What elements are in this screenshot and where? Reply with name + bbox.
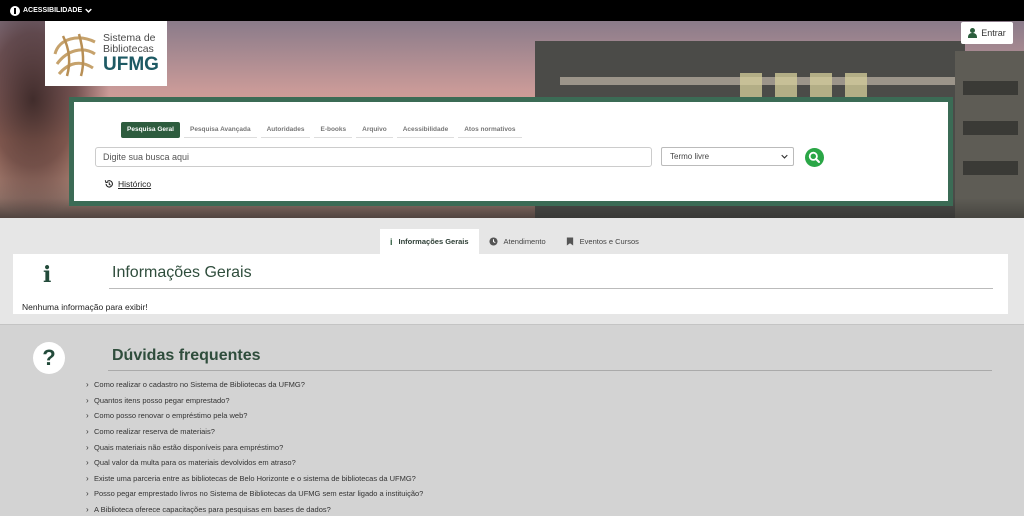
info-icon: i xyxy=(390,236,393,247)
logo-line-2: Bibliotecas xyxy=(103,42,154,55)
chevron-down-icon xyxy=(85,8,92,13)
chevron-down-icon xyxy=(781,154,788,159)
faq-item-text: Quais materiais não estão disponíveis pa… xyxy=(94,442,284,452)
accessibility-label: ACESSIBILIDADE xyxy=(23,7,83,14)
faq-item[interactable]: › Qual valor da multa para os materiais d… xyxy=(86,455,423,471)
search-icon xyxy=(808,151,820,163)
chevron-right-icon: › xyxy=(86,458,89,468)
faq-title: Dúvidas frequentes xyxy=(112,347,261,364)
tab-atendimento[interactable]: Atendimento xyxy=(479,229,556,254)
logo-line-1: Sistema de xyxy=(103,32,156,44)
logo-text: Sistema de Bibliotecas UFMG xyxy=(103,33,159,74)
search-tabs: Pesquisa Geral Pesquisa Avançada Autorid… xyxy=(121,122,522,138)
logo-brand: UFMG xyxy=(103,54,159,75)
faq-item[interactable]: › Existe uma parceria entre as biblioteca… xyxy=(86,471,423,487)
info-title: Informações Gerais xyxy=(112,264,252,281)
faq-item-text: Qual valor da multa para os materiais de… xyxy=(94,458,296,468)
faq-item-text: Posso pegar emprestado livros no Sistema… xyxy=(94,489,424,499)
tab-pesquisa-geral[interactable]: Pesquisa Geral xyxy=(121,122,180,138)
top-bar: ACESSIBILIDADE xyxy=(0,0,1024,21)
faq-item-text: Como realizar o cadastro no Sistema de B… xyxy=(94,380,305,390)
tab-informacoes-gerais[interactable]: i Informações Gerais xyxy=(380,229,479,254)
tab-label: Atendimento xyxy=(503,237,546,246)
tab-atos-normativos[interactable]: Atos normativos xyxy=(458,122,522,138)
accessibility-menu[interactable]: ACESSIBILIDADE xyxy=(10,4,92,17)
search-panel: Pesquisa Geral Pesquisa Avançada Autorid… xyxy=(74,102,948,201)
search-input[interactable] xyxy=(95,147,652,167)
ufmg-logo[interactable]: Sistema de Bibliotecas UFMG xyxy=(45,21,167,86)
info-panel: i Informações Gerais Nenhuma informação … xyxy=(13,254,1008,314)
faq-section: ? Dúvidas frequentes › Como realizar o ca… xyxy=(0,324,1024,516)
clock-icon xyxy=(488,237,498,246)
tab-pesquisa-avancada[interactable]: Pesquisa Avançada xyxy=(183,122,257,138)
search-type-select[interactable]: Termo livre xyxy=(661,147,794,166)
faq-item[interactable]: › A Biblioteca oferece capacitações para … xyxy=(86,502,423,516)
faq-item[interactable]: › Como realizar o cadastro no Sistema de … xyxy=(86,377,423,393)
chevron-right-icon: › xyxy=(86,395,89,405)
history-link[interactable]: Histórico xyxy=(104,179,151,189)
chevron-right-icon: › xyxy=(86,505,89,515)
tab-eventos-cursos[interactable]: Eventos e Cursos xyxy=(556,229,649,254)
tab-acessibilidade[interactable]: Acessibilidade xyxy=(396,122,455,138)
faq-item[interactable]: › Como posso renovar o empréstimo pela we… xyxy=(86,408,423,424)
faq-item[interactable]: › Como realizar reserva de materiais? xyxy=(86,424,423,440)
faq-item[interactable]: › Posso pegar emprestado livros no Sistem… xyxy=(86,486,423,502)
info-empty-text: Nenhuma informação para exibir! xyxy=(22,302,148,312)
user-icon xyxy=(968,28,978,38)
chevron-right-icon: › xyxy=(86,489,89,499)
faq-item-text: Existe uma parceria entre as bibliotecas… xyxy=(94,473,416,483)
tab-arquivo[interactable]: Arquivo xyxy=(356,122,393,138)
info-tabs: i Informações Gerais Atendimento Eventos… xyxy=(380,229,649,254)
login-label: Entrar xyxy=(981,28,1006,38)
hero-building-right xyxy=(955,51,1024,218)
tab-autoridades[interactable]: Autoridades xyxy=(260,122,311,138)
info-large-icon: i xyxy=(43,262,52,288)
faq-item-text: Como posso renovar o empréstimo pela web… xyxy=(94,411,248,421)
divider xyxy=(108,370,992,371)
question-icon: ? xyxy=(33,342,65,374)
logo-emblem-icon xyxy=(53,33,96,76)
tab-label: Eventos e Cursos xyxy=(579,237,639,246)
accessibility-icon xyxy=(10,5,20,16)
search-type-value: Termo livre xyxy=(670,152,710,161)
chevron-right-icon: › xyxy=(86,411,89,421)
history-label: Histórico xyxy=(118,179,152,189)
faq-item-text: Quantos itens posso pegar emprestado? xyxy=(94,395,230,405)
bookmark-icon xyxy=(566,237,573,246)
chevron-right-icon: › xyxy=(86,380,89,390)
tab-ebooks[interactable]: E-books xyxy=(314,122,353,138)
chevron-right-icon: › xyxy=(86,427,89,437)
faq-item[interactable]: › Quais materiais não estão disponíveis p… xyxy=(86,439,423,455)
tab-label: Informações Gerais xyxy=(398,237,469,246)
divider xyxy=(109,288,993,289)
faq-item[interactable]: › Quantos itens posso pegar emprestado? xyxy=(86,393,423,409)
faq-item-text: A Biblioteca oferece capacitações para p… xyxy=(94,505,331,515)
faq-item-text: Como realizar reserva de materiais? xyxy=(94,427,215,437)
history-icon xyxy=(104,180,113,188)
search-frame: Pesquisa Geral Pesquisa Avançada Autorid… xyxy=(69,97,953,206)
chevron-right-icon: › xyxy=(86,473,89,483)
login-button[interactable]: Entrar xyxy=(961,22,1013,44)
chevron-right-icon: › xyxy=(86,442,89,452)
search-button[interactable] xyxy=(805,148,824,167)
faq-list: › Como realizar o cadastro no Sistema de … xyxy=(86,377,423,516)
